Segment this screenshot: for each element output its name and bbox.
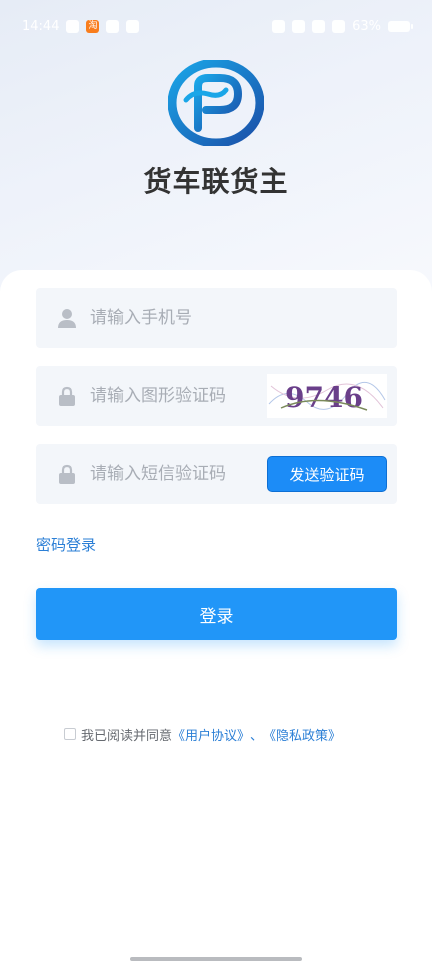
- phone-field[interactable]: 请输入手机号: [36, 288, 397, 348]
- taobao-notification-icon: 淘: [86, 19, 100, 33]
- status-time: 14:44: [22, 18, 60, 34]
- send-code-button[interactable]: 发送验证码: [267, 456, 387, 492]
- app-title: 货车联货主: [143, 165, 289, 198]
- status-bar: 14:44 淘 63%: [0, 0, 432, 52]
- sms-code-field[interactable]: 请输入短信验证码 发送验证码: [36, 444, 397, 504]
- lock-icon: [59, 464, 75, 484]
- notification-app-icon: [66, 19, 80, 33]
- home-indicator[interactable]: [130, 957, 302, 961]
- login-button[interactable]: 登录: [36, 588, 397, 640]
- agreement-prefix: 我已阅读并同意: [81, 728, 173, 744]
- agreement-separator: 、: [250, 728, 264, 744]
- password-login-link[interactable]: 密码登录: [36, 534, 96, 555]
- status-left: 14:44 淘: [22, 18, 140, 34]
- p-swirl-logo-icon: [168, 60, 264, 146]
- sms-code-input[interactable]: [90, 444, 290, 504]
- notification-icon: [106, 19, 120, 33]
- vibrate-icon: [272, 19, 286, 33]
- status-right: 63%: [272, 18, 413, 34]
- lock-icon: [59, 386, 75, 406]
- captcha-text: 9746: [285, 381, 363, 414]
- privacy-policy-link[interactable]: 《隐私政策》: [263, 725, 341, 744]
- user-agreement-link[interactable]: 《用户协议》: [172, 725, 250, 744]
- captcha-image[interactable]: 9746: [267, 374, 387, 418]
- agreement-checkbox[interactable]: [64, 728, 76, 740]
- battery-icon: [388, 20, 413, 32]
- agreement-row: 我已阅读并同意 《用户协议》 、 《隐私政策》: [64, 725, 341, 744]
- sim-icon: [312, 19, 326, 33]
- battery-percentage: 63%: [352, 18, 381, 34]
- message-notification-icon: [126, 19, 140, 33]
- image-code-input[interactable]: [90, 366, 290, 426]
- wifi-icon: [332, 19, 346, 33]
- image-code-field[interactable]: 请输入图形验证码 9746: [36, 366, 397, 426]
- user-icon: [58, 309, 76, 328]
- phone-input[interactable]: [90, 288, 290, 348]
- signal-icon: [292, 19, 306, 33]
